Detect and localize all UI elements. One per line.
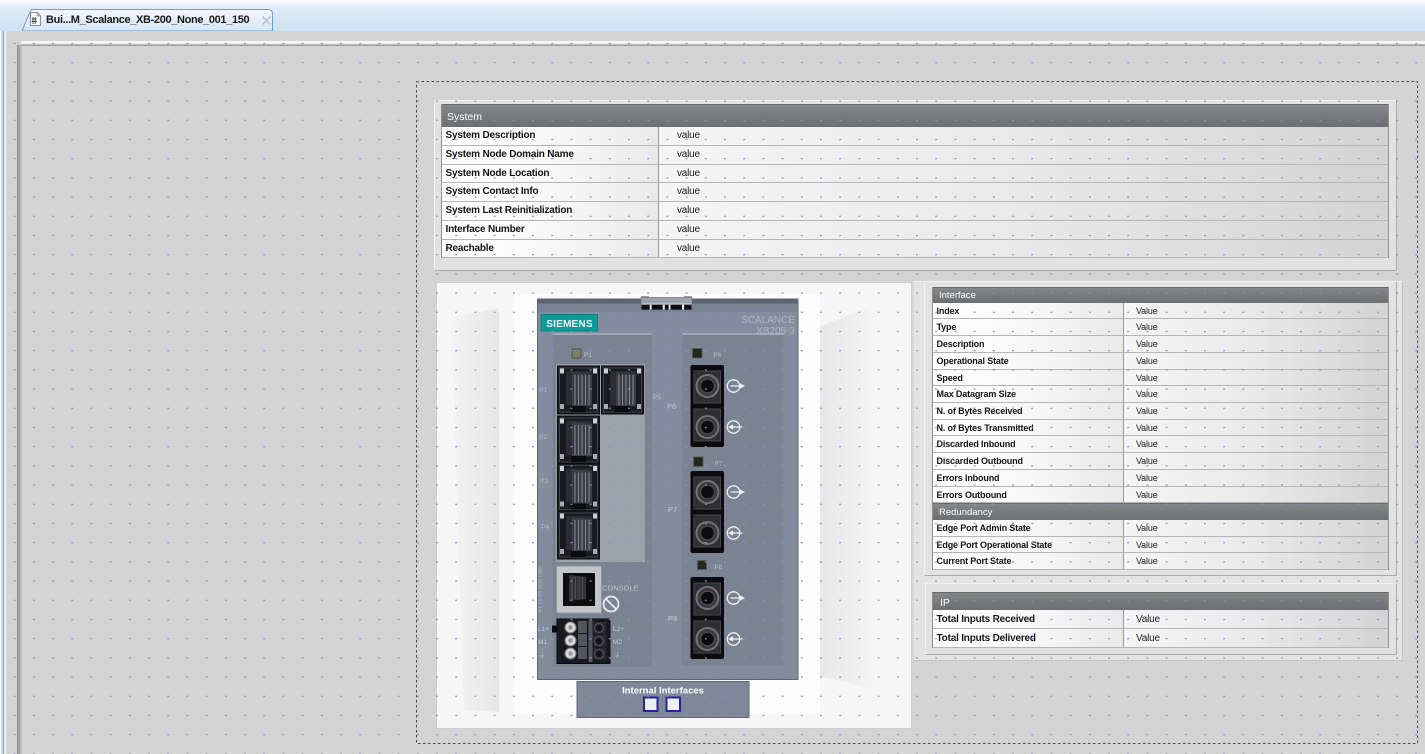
svg-text:P2: P2 — [539, 434, 547, 441]
svg-text:P1: P1 — [539, 387, 547, 394]
svg-text:M2: M2 — [613, 639, 622, 646]
svg-text:L1+: L1+ — [538, 626, 549, 633]
svg-text:L2+: L2+ — [613, 626, 624, 633]
svg-text:⏚: ⏚ — [539, 651, 546, 659]
svg-text:P3: P3 — [540, 478, 548, 485]
svg-text:P7: P7 — [715, 461, 723, 468]
svg-text:P4: P4 — [541, 524, 549, 531]
svg-text:P1 TX P5 POR LAN: P1 TX P5 POR LAN — [538, 567, 544, 612]
svg-text:P1: P1 — [584, 352, 592, 359]
svg-text:P6: P6 — [667, 402, 676, 411]
svg-text:SCALANCE: SCALANCE — [741, 315, 795, 326]
svg-text:P5: P5 — [653, 394, 661, 401]
svg-text:P8: P8 — [715, 564, 723, 571]
svg-text:CONSOLE: CONSOLE — [602, 584, 639, 593]
svg-text:M1: M1 — [538, 639, 547, 646]
svg-text:P8: P8 — [668, 614, 677, 623]
svg-text:Internal Interfaces: Internal Interfaces — [622, 686, 704, 697]
svg-text:P6: P6 — [714, 352, 722, 359]
svg-text:SIEMENS: SIEMENS — [546, 319, 593, 330]
svg-text:P7: P7 — [668, 505, 677, 514]
svg-text:XB205-3: XB205-3 — [756, 326, 795, 337]
svg-text:⏚: ⏚ — [614, 651, 621, 659]
